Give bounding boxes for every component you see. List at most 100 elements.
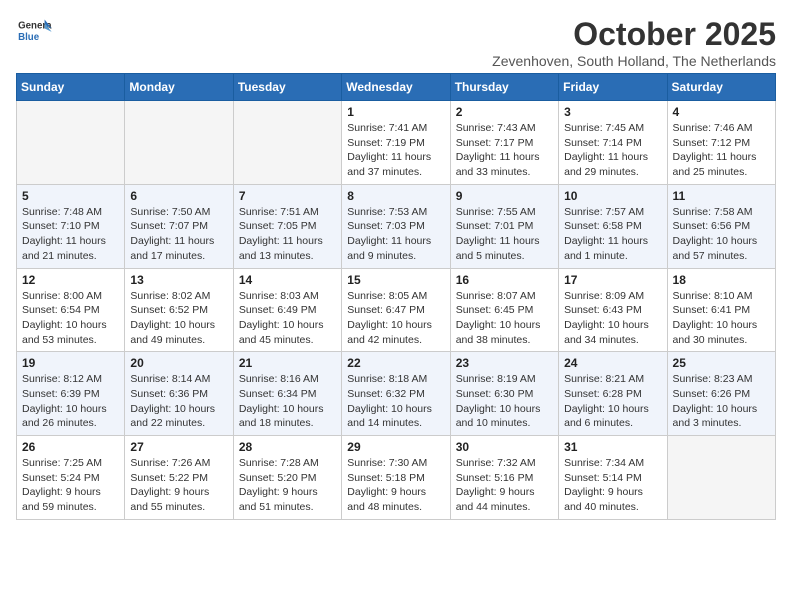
day-info: Sunrise: 8:09 AMSunset: 6:43 PMDaylight:… bbox=[564, 289, 661, 348]
day-info: Sunrise: 8:21 AMSunset: 6:28 PMDaylight:… bbox=[564, 372, 661, 431]
day-info: Sunrise: 8:19 AMSunset: 6:30 PMDaylight:… bbox=[456, 372, 553, 431]
weekday-header-wednesday: Wednesday bbox=[342, 74, 450, 101]
calendar-cell: 27 Sunrise: 7:26 AMSunset: 5:22 PMDayligh… bbox=[125, 436, 233, 520]
weekday-header-row: SundayMondayTuesdayWednesdayThursdayFrid… bbox=[17, 74, 776, 101]
calendar-cell: 4 Sunrise: 7:46 AMSunset: 7:12 PMDaylight… bbox=[667, 101, 775, 185]
day-info: Sunrise: 7:26 AMSunset: 5:22 PMDaylight:… bbox=[130, 456, 227, 515]
logo: General Blue bbox=[16, 16, 52, 46]
weekday-header-tuesday: Tuesday bbox=[233, 74, 341, 101]
calendar-week-row: 26 Sunrise: 7:25 AMSunset: 5:24 PMDayligh… bbox=[17, 436, 776, 520]
day-number: 15 bbox=[347, 273, 444, 287]
calendar-cell: 6Sunrise: 7:50 AMSunset: 7:07 PMDaylight… bbox=[125, 184, 233, 268]
calendar-week-row: 1Sunrise: 7:41 AMSunset: 7:19 PMDaylight… bbox=[17, 101, 776, 185]
calendar-cell: 25Sunrise: 8:23 AMSunset: 6:26 PMDayligh… bbox=[667, 352, 775, 436]
calendar-cell bbox=[17, 101, 125, 185]
day-info: Sunrise: 7:58 AMSunset: 6:56 PMDaylight:… bbox=[673, 205, 770, 264]
calendar-cell: 1Sunrise: 7:41 AMSunset: 7:19 PMDaylight… bbox=[342, 101, 450, 185]
day-number: 1 bbox=[347, 105, 444, 119]
day-info: Sunrise: 7:50 AMSunset: 7:07 PMDaylight:… bbox=[130, 205, 227, 264]
calendar-cell: 10 Sunrise: 7:57 AMSunset: 6:58 PMDayligh… bbox=[559, 184, 667, 268]
calendar-cell: 14 Sunrise: 8:03 AMSunset: 6:49 PMDayligh… bbox=[233, 268, 341, 352]
calendar-week-row: 5 Sunrise: 7:48 AMSunset: 7:10 PMDaylight… bbox=[17, 184, 776, 268]
day-info: Sunrise: 7:46 AMSunset: 7:12 PMDaylight:… bbox=[673, 121, 770, 180]
day-number: 17 bbox=[564, 273, 661, 287]
calendar-cell: 7 Sunrise: 7:51 AMSunset: 7:05 PMDaylight… bbox=[233, 184, 341, 268]
day-info: Sunrise: 7:48 AMSunset: 7:10 PMDaylight:… bbox=[22, 205, 119, 264]
weekday-header-thursday: Thursday bbox=[450, 74, 558, 101]
weekday-header-saturday: Saturday bbox=[667, 74, 775, 101]
day-info: Sunrise: 8:02 AMSunset: 6:52 PMDaylight:… bbox=[130, 289, 227, 348]
calendar-cell: 9Sunrise: 7:55 AMSunset: 7:01 PMDaylight… bbox=[450, 184, 558, 268]
day-number: 3 bbox=[564, 105, 661, 119]
location-title: Zevenhoven, South Holland, The Netherlan… bbox=[492, 53, 776, 69]
day-info: Sunrise: 7:28 AMSunset: 5:20 PMDaylight:… bbox=[239, 456, 336, 515]
calendar-cell: 29Sunrise: 7:30 AMSunset: 5:18 PMDayligh… bbox=[342, 436, 450, 520]
calendar-cell: 26 Sunrise: 7:25 AMSunset: 5:24 PMDayligh… bbox=[17, 436, 125, 520]
day-number: 23 bbox=[456, 356, 553, 370]
calendar-week-row: 12Sunrise: 8:00 AMSunset: 6:54 PMDayligh… bbox=[17, 268, 776, 352]
day-number: 7 bbox=[239, 189, 336, 203]
day-number: 13 bbox=[130, 273, 227, 287]
calendar-cell bbox=[233, 101, 341, 185]
day-number: 8 bbox=[347, 189, 444, 203]
month-title: October 2025 bbox=[492, 16, 776, 53]
day-info: Sunrise: 7:57 AMSunset: 6:58 PMDaylight:… bbox=[564, 205, 661, 264]
day-info: Sunrise: 8:03 AMSunset: 6:49 PMDaylight:… bbox=[239, 289, 336, 348]
day-info: Sunrise: 7:32 AMSunset: 5:16 PMDaylight:… bbox=[456, 456, 553, 515]
day-number: 11 bbox=[673, 189, 770, 203]
calendar-cell: 5 Sunrise: 7:48 AMSunset: 7:10 PMDaylight… bbox=[17, 184, 125, 268]
svg-text:Blue: Blue bbox=[18, 32, 40, 43]
day-info: Sunrise: 8:05 AMSunset: 6:47 PMDaylight:… bbox=[347, 289, 444, 348]
day-info: Sunrise: 7:53 AMSunset: 7:03 PMDaylight:… bbox=[347, 205, 444, 264]
title-block: October 2025 Zevenhoven, South Holland, … bbox=[492, 16, 776, 69]
day-number: 30 bbox=[456, 440, 553, 454]
calendar-cell: 24 Sunrise: 8:21 AMSunset: 6:28 PMDayligh… bbox=[559, 352, 667, 436]
day-number: 22 bbox=[347, 356, 444, 370]
logo-icon: General Blue bbox=[16, 16, 52, 46]
day-number: 14 bbox=[239, 273, 336, 287]
weekday-header-sunday: Sunday bbox=[17, 74, 125, 101]
calendar-cell: 16 Sunrise: 8:07 AMSunset: 6:45 PMDayligh… bbox=[450, 268, 558, 352]
calendar-cell bbox=[667, 436, 775, 520]
day-info: Sunrise: 8:16 AMSunset: 6:34 PMDaylight:… bbox=[239, 372, 336, 431]
day-number: 4 bbox=[673, 105, 770, 119]
calendar-cell: 13 Sunrise: 8:02 AMSunset: 6:52 PMDayligh… bbox=[125, 268, 233, 352]
day-info: Sunrise: 7:25 AMSunset: 5:24 PMDaylight:… bbox=[22, 456, 119, 515]
calendar-week-row: 19Sunrise: 8:12 AMSunset: 6:39 PMDayligh… bbox=[17, 352, 776, 436]
day-info: Sunrise: 7:34 AMSunset: 5:14 PMDaylight:… bbox=[564, 456, 661, 515]
day-info: Sunrise: 8:12 AMSunset: 6:39 PMDaylight:… bbox=[22, 372, 119, 431]
day-info: Sunrise: 8:18 AMSunset: 6:32 PMDaylight:… bbox=[347, 372, 444, 431]
day-info: Sunrise: 7:51 AMSunset: 7:05 PMDaylight:… bbox=[239, 205, 336, 264]
day-number: 10 bbox=[564, 189, 661, 203]
calendar-cell: 15 Sunrise: 8:05 AMSunset: 6:47 PMDayligh… bbox=[342, 268, 450, 352]
calendar-cell: 17 Sunrise: 8:09 AMSunset: 6:43 PMDayligh… bbox=[559, 268, 667, 352]
calendar-cell: 12Sunrise: 8:00 AMSunset: 6:54 PMDayligh… bbox=[17, 268, 125, 352]
day-number: 9 bbox=[456, 189, 553, 203]
day-info: Sunrise: 8:07 AMSunset: 6:45 PMDaylight:… bbox=[456, 289, 553, 348]
day-number: 2 bbox=[456, 105, 553, 119]
day-number: 26 bbox=[22, 440, 119, 454]
day-number: 5 bbox=[22, 189, 119, 203]
day-info: Sunrise: 8:23 AMSunset: 6:26 PMDaylight:… bbox=[673, 372, 770, 431]
day-number: 18 bbox=[673, 273, 770, 287]
day-number: 27 bbox=[130, 440, 227, 454]
page-header: General Blue October 2025 Zevenhoven, So… bbox=[16, 16, 776, 69]
day-number: 12 bbox=[22, 273, 119, 287]
calendar-cell: 2 Sunrise: 7:43 AMSunset: 7:17 PMDaylight… bbox=[450, 101, 558, 185]
calendar-cell: 11 Sunrise: 7:58 AMSunset: 6:56 PMDayligh… bbox=[667, 184, 775, 268]
day-number: 20 bbox=[130, 356, 227, 370]
calendar-cell: 18Sunrise: 8:10 AMSunset: 6:41 PMDayligh… bbox=[667, 268, 775, 352]
calendar-cell: 21Sunrise: 8:16 AMSunset: 6:34 PMDayligh… bbox=[233, 352, 341, 436]
day-number: 16 bbox=[456, 273, 553, 287]
calendar-cell: 30 Sunrise: 7:32 AMSunset: 5:16 PMDayligh… bbox=[450, 436, 558, 520]
day-number: 29 bbox=[347, 440, 444, 454]
day-number: 31 bbox=[564, 440, 661, 454]
day-number: 28 bbox=[239, 440, 336, 454]
day-info: Sunrise: 8:14 AMSunset: 6:36 PMDaylight:… bbox=[130, 372, 227, 431]
calendar-cell: 20 Sunrise: 8:14 AMSunset: 6:36 PMDayligh… bbox=[125, 352, 233, 436]
calendar-cell: 8 Sunrise: 7:53 AMSunset: 7:03 PMDaylight… bbox=[342, 184, 450, 268]
calendar-cell: 23 Sunrise: 8:19 AMSunset: 6:30 PMDayligh… bbox=[450, 352, 558, 436]
day-info: Sunrise: 7:43 AMSunset: 7:17 PMDaylight:… bbox=[456, 121, 553, 180]
calendar-cell: 31 Sunrise: 7:34 AMSunset: 5:14 PMDayligh… bbox=[559, 436, 667, 520]
day-number: 24 bbox=[564, 356, 661, 370]
